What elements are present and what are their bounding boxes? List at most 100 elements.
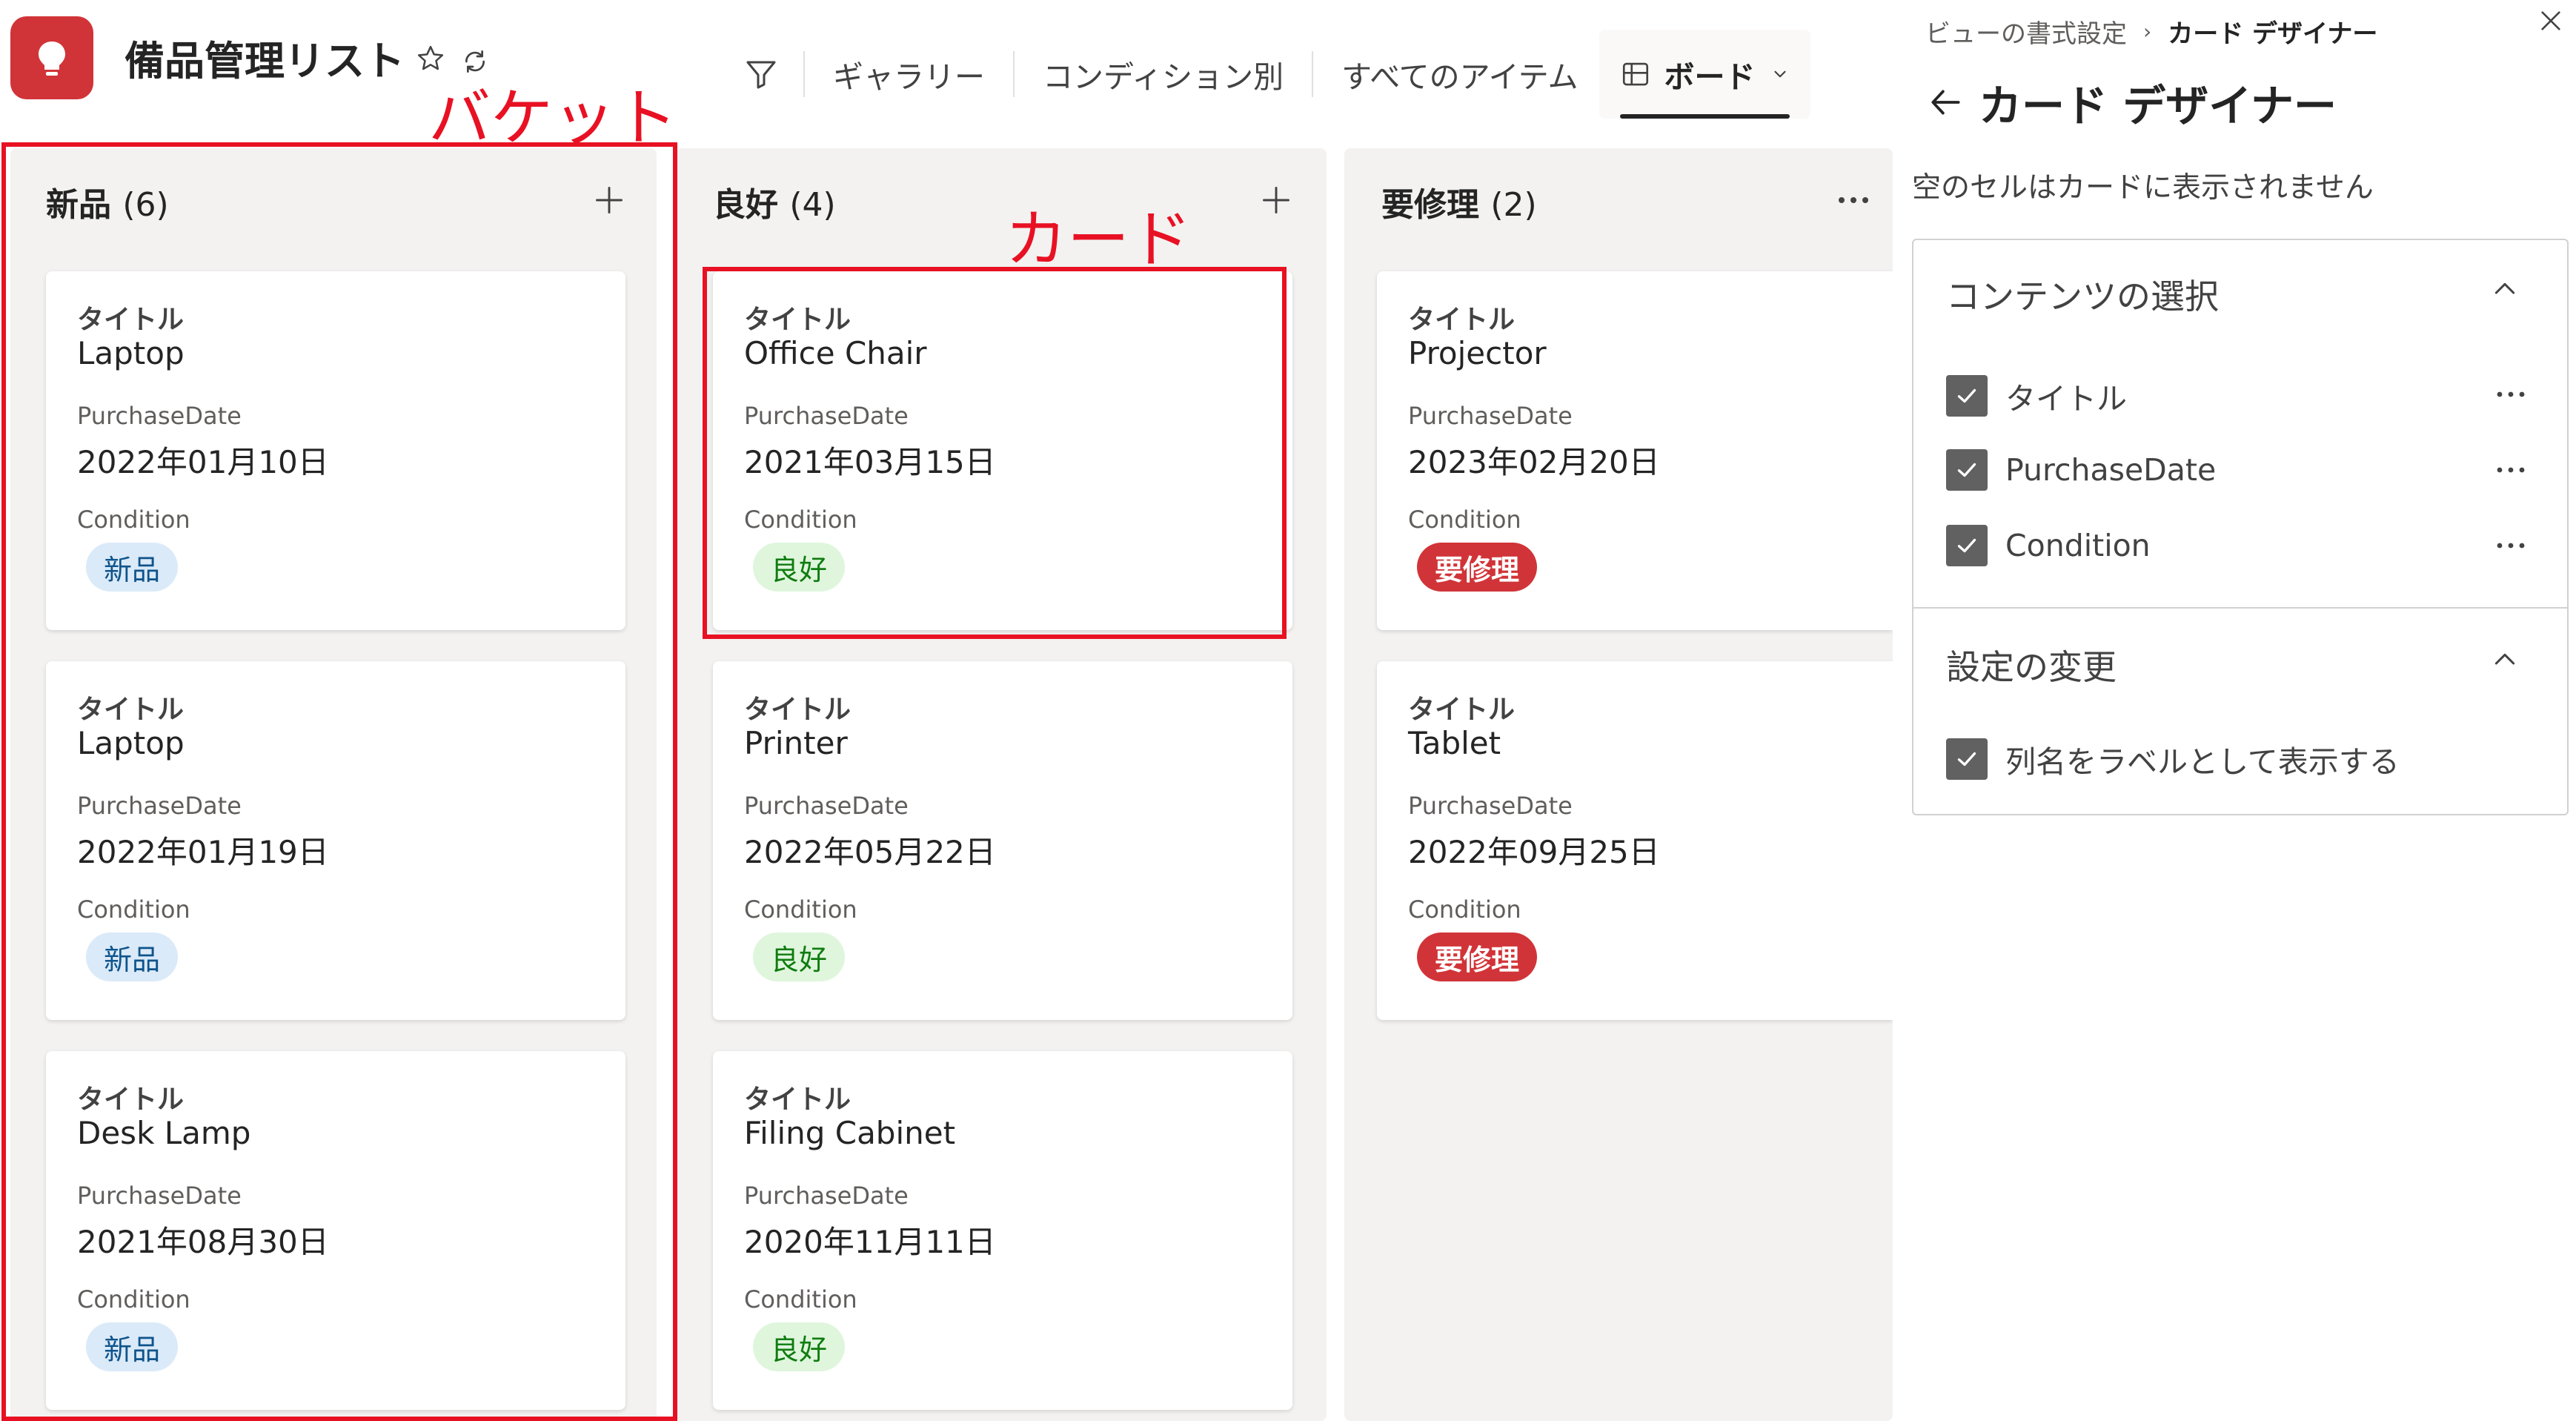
divider [1913,607,2567,609]
divider [1312,51,1314,97]
card-field-label: Condition [744,895,857,924]
card[interactable]: タイトル Tablet PurchaseDate 2022年09月25日 Con… [1377,661,1893,1020]
view-board-tab[interactable]: ボード [1599,30,1810,119]
panel-title: カード デザイナー [1979,81,2337,131]
card-field-label: Condition [1408,506,1521,534]
checkmark-icon [1957,388,1976,403]
ellipsis-icon [2497,467,2525,473]
card-title: Printer [744,725,848,761]
content-section-heading[interactable]: コンテンツの選択 [1946,270,2219,319]
field-option-purchasedate: PurchaseDate [1946,449,2216,491]
card-annotation-box [703,267,1287,639]
field-checkbox-label[interactable]: タイトル [2005,374,2127,418]
close-icon [2541,11,2560,30]
card-field-label: PurchaseDate [1408,792,1573,820]
card-date: 2023年02月20日 [1408,444,1660,480]
site-title: 備品管理リスト [125,38,405,85]
card[interactable]: タイトル Projector PurchaseDate 2023年02月20日 … [1377,271,1893,630]
breadcrumb-separator-icon: › [2143,19,2152,44]
card-designer-panel: ビューの書式設定 › カード デザイナー カード デザイナー 空のセルはカードに… [1893,0,2576,1421]
chevron-down-icon [1773,70,1786,78]
breadcrumb: ビューの書式設定 › カード デザイナー [1925,13,2377,50]
app-icon[interactable] [10,16,93,99]
bucket-name: 要修理 [1381,186,1479,224]
bucket-count: (2) [1490,186,1537,224]
field-option-title: タイトル [1946,374,2127,418]
divider [1013,51,1015,97]
lightbulb-icon [39,42,65,76]
chevron-up-icon [2494,653,2515,665]
panel-description: 空のセルはカードに表示されません [1912,171,2374,205]
ellipsis-icon [2497,391,2525,397]
checkmark-icon [1957,463,1976,477]
board-label: ボード [1664,59,1756,95]
bucket-count: (4) [789,186,836,224]
card-field-label: タイトル [1408,305,1516,335]
condition-badge: 良好 [753,1322,846,1371]
card-field-label: PurchaseDate [1408,402,1573,430]
view-all-items[interactable]: すべてのアイテム [1328,52,1591,96]
active-tab-indicator [1619,114,1790,119]
collapse-content-button[interactable] [2483,267,2527,311]
chevron-up-icon [2494,282,2515,294]
condition-badge: 良好 [753,933,846,981]
condition-badge: 要修理 [1417,543,1538,592]
designer-sections: コンテンツの選択 タイトル PurchaseDate Condition 設定の… [1912,239,2569,815]
field-checkbox[interactable] [1946,449,1988,491]
card-field-label: PurchaseDate [744,792,909,820]
more-options-button[interactable] [1828,179,1879,221]
breadcrumb-current: カード デザイナー [2168,19,2378,49]
divider [803,51,805,97]
bucket-name: 良好 [713,186,778,224]
field-checkbox[interactable] [1946,375,1988,417]
option-checkbox[interactable] [1946,738,1988,780]
field-option-condition: Condition [1946,525,2151,566]
card-field-label: タイトル [744,695,852,725]
card-field-label: タイトル [744,1084,852,1115]
bucket-header: 要修理 (2) [1381,178,1537,225]
back-button[interactable] [1925,82,1967,123]
condition-badge: 要修理 [1417,933,1538,981]
checkmark-icon [1957,752,1976,766]
bucket-header: 良好 (4) [713,178,836,225]
add-card-button[interactable] [1255,179,1297,221]
panel-header: カード デザイナー [1925,71,2337,133]
back-arrow-icon [1931,90,1960,115]
field-checkbox-label[interactable]: Condition [2005,528,2151,563]
field-more-button[interactable] [2490,531,2532,560]
breadcrumb-parent[interactable]: ビューの書式設定 [1925,13,2127,50]
card-field-label: Condition [1408,895,1521,924]
bucket-needs-repair: 要修理 (2) タイトル Projector PurchaseDate 2023… [1344,148,1893,1421]
field-more-button[interactable] [2490,380,2532,409]
field-checkbox-label[interactable]: PurchaseDate [2005,452,2216,488]
field-checkbox[interactable] [1946,525,1988,566]
card-date: 2022年09月25日 [1408,834,1660,870]
board-icon [1622,62,1648,86]
card-title: Projector [1408,335,1547,371]
card-date: 2020年11月11日 [744,1224,996,1260]
view-switcher: ギャラリー コンディション別 すべてのアイテム ボード [734,30,1810,119]
bucket-annotation-label: バケット [428,82,678,154]
option-show-column-names: 列名をラベルとして表示する [1946,737,2400,781]
settings-section-heading[interactable]: 設定の変更 [1946,640,2117,689]
plus-icon [1263,187,1289,213]
field-more-button[interactable] [2490,455,2532,485]
card-title: Filing Cabinet [744,1115,956,1151]
close-button[interactable] [2534,4,2567,37]
filter-icon[interactable] [734,44,789,104]
card-title: Tablet [1408,725,1501,761]
option-checkbox-label[interactable]: 列名をラベルとして表示する [2005,737,2400,781]
bucket-annotation-box [1,142,677,1421]
ellipsis-icon [1839,197,1868,203]
card-annotation-label: カード [1005,203,1192,276]
card-field-label: PurchaseDate [744,1182,909,1210]
card[interactable]: タイトル Printer PurchaseDate 2022年05月22日 Co… [713,661,1292,1020]
card-field-label: Condition [744,1285,857,1314]
ellipsis-icon [2497,543,2525,549]
card-date: 2022年05月22日 [744,834,996,870]
view-gallery[interactable]: ギャラリー [820,52,998,96]
collapse-settings-button[interactable] [2483,637,2527,682]
view-by-condition[interactable]: コンディション別 [1029,52,1297,96]
card[interactable]: タイトル Filing Cabinet PurchaseDate 2020年11… [713,1051,1292,1410]
checkmark-icon [1957,538,1976,553]
